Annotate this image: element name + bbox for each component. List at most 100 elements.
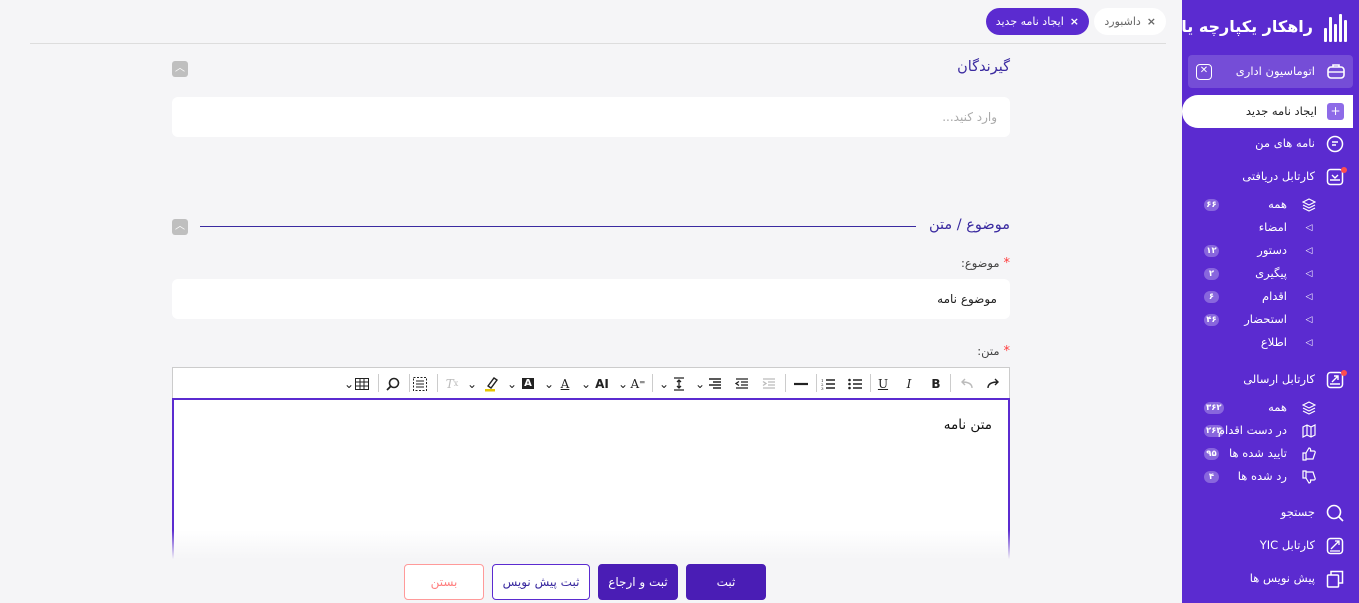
app-logo-icon — [1321, 14, 1347, 42]
sidebar-subitem-inform[interactable]: ◁ اطلاع — [1182, 330, 1359, 356]
redo-icon[interactable] — [985, 374, 1003, 393]
section-divider — [200, 226, 916, 227]
sidebar-group-label: اتوماسیون اداری — [1235, 64, 1315, 78]
line-height-chevron-icon[interactable]: ⌄ — [658, 374, 670, 393]
sidebar-item-search[interactable]: جستجو — [1182, 500, 1359, 526]
subject-field[interactable] — [172, 279, 1010, 319]
layers-icon — [1299, 399, 1319, 417]
close-group-icon[interactable]: ✕ — [1196, 64, 1212, 80]
sidebar-item-label: جستجو — [1280, 505, 1315, 519]
sidebar-item-label: همه — [1268, 197, 1287, 211]
line-height-icon[interactable] — [670, 374, 688, 393]
submit-button[interactable]: ثبت — [686, 564, 766, 600]
bg-color-chevron-icon[interactable]: ⌄ — [506, 374, 518, 393]
letters-icon — [1325, 135, 1345, 153]
align-right-icon[interactable] — [706, 374, 724, 393]
highlight-chevron-icon[interactable]: ⌄ — [466, 374, 478, 393]
font-color-icon[interactable]: A — [556, 374, 574, 393]
recipients-input[interactable] — [185, 97, 997, 137]
font-size-icon[interactable]: AI — [593, 374, 611, 393]
bold-icon[interactable]: B — [927, 374, 945, 393]
find-replace-icon[interactable] — [384, 374, 402, 393]
submit-and-refer-button[interactable]: ثبت و ارجاع — [598, 564, 678, 600]
sidebar-item-label: اطلاع — [1260, 335, 1287, 349]
sidebar-item-label: پیش نویس ها — [1249, 571, 1315, 585]
count-badge: ۲ — [1204, 268, 1219, 280]
recipients-field[interactable] — [172, 97, 1010, 137]
sidebar-item-label: تایید شده ها — [1229, 446, 1287, 460]
count-badge: ۹۵ — [1204, 448, 1219, 460]
sidebar-item-outbox[interactable]: کارتابل ارسالی — [1182, 367, 1359, 393]
svg-text:3: 3 — [821, 386, 824, 390]
calendar-plus-icon: + — [1327, 103, 1344, 120]
count-badge: ۳۶۲ — [1204, 402, 1224, 414]
sidebar-item-new-letter[interactable]: + ایجاد نامه جدید — [1182, 95, 1353, 128]
tab-label: ایجاد نامه جدید — [995, 15, 1064, 28]
select-all-icon[interactable] — [411, 374, 429, 393]
background-color-icon[interactable]: A — [519, 374, 537, 393]
clear-format-icon[interactable]: Tx — [443, 374, 461, 393]
count-badge: ۶۶ — [1204, 199, 1219, 211]
editor-toolbar: ⌄ Tx ⌄ ⌄ A ⌄ A ⌄ AI ⌄ A⁼ ⌄ ⌄ 123 U I B — [172, 367, 1010, 398]
body-label: *متن: — [977, 344, 1010, 359]
letter-body-text: متن نامه — [943, 417, 992, 433]
close-tab-icon[interactable]: × — [1070, 15, 1079, 28]
briefcase-icon — [1327, 63, 1345, 83]
numbered-list-icon[interactable]: 123 — [818, 374, 838, 393]
sidebar-item-label: کارتابل ارسالی — [1243, 372, 1315, 386]
collapse-recipients-chevron-up-icon[interactable]: ︿ — [172, 61, 188, 77]
underline-icon[interactable]: U — [874, 374, 892, 393]
brand[interactable]: راهکار یکپارچه یار — [1182, 12, 1359, 46]
subject-label: *موضوع: — [961, 256, 1010, 271]
sidebar-item-label: نامه های من — [1255, 136, 1315, 150]
undo-icon[interactable] — [957, 374, 975, 393]
close-button[interactable]: بستن — [404, 564, 484, 600]
tab-new-letter[interactable]: × ایجاد نامه جدید — [985, 8, 1089, 35]
collapse-subject-chevron-up-icon[interactable]: ︿ — [172, 219, 188, 235]
map-icon — [1299, 422, 1319, 440]
sidebar-item-label: همه — [1268, 400, 1287, 414]
table-icon[interactable] — [353, 374, 371, 393]
thumbs-up-icon — [1299, 445, 1319, 463]
font-family-chevron-icon[interactable]: ⌄ — [617, 374, 629, 393]
thumbs-down-icon — [1299, 468, 1319, 486]
yic-icon — [1325, 537, 1345, 555]
close-tab-icon[interactable]: × — [1147, 15, 1156, 28]
sidebar-item-label: استحضار — [1244, 312, 1287, 326]
sidebar-item-my-letters[interactable]: نامه های من — [1182, 131, 1359, 157]
align-chevron-icon[interactable]: ⌄ — [694, 374, 706, 393]
sidebar-item-label: کارتابل دریافتی — [1242, 169, 1315, 183]
subject-section-title: موضوع / متن — [929, 217, 1010, 233]
sidebar-item-label: در دست اقدام — [1217, 423, 1287, 437]
sidebar-item-label: دستور — [1257, 243, 1287, 257]
sidebar-item-label: ایجاد نامه جدید — [1245, 104, 1317, 118]
subject-label-text: موضوع: — [960, 256, 1000, 270]
sidebar-item-yic[interactable]: کارتابل YIC — [1182, 533, 1359, 559]
tab-label: داشبورد — [1104, 15, 1141, 28]
count-badge: ۴ — [1204, 471, 1219, 483]
chevron-left-icon: ◁ — [1305, 223, 1313, 233]
sidebar-item-drafts[interactable]: پیش نویس ها — [1182, 566, 1359, 592]
sidebar-group-automation[interactable]: اتوماسیون اداری ✕ — [1188, 55, 1353, 88]
horizontal-rule-icon[interactable] — [791, 374, 811, 393]
sidebar-item-inbox[interactable]: کارتابل دریافتی — [1182, 164, 1359, 190]
font-color-chevron-icon[interactable]: ⌄ — [543, 374, 555, 393]
highlight-icon[interactable] — [482, 374, 502, 393]
indent-icon[interactable] — [733, 374, 751, 393]
save-draft-button[interactable]: ثبت پیش نویس — [492, 564, 590, 600]
font-size-chevron-icon[interactable]: ⌄ — [580, 374, 592, 393]
sidebar-subitem-rejected[interactable]: رد شده ها ۴ — [1182, 464, 1359, 490]
tab-dashboard[interactable]: × داشبورد — [1094, 8, 1166, 35]
chevron-left-icon: ◁ — [1305, 315, 1313, 325]
chevron-left-icon: ◁ — [1305, 292, 1313, 302]
sidebar-item-label: کارتابل YIC — [1259, 538, 1315, 552]
outdent-icon[interactable] — [760, 374, 778, 393]
subject-input[interactable] — [185, 279, 997, 319]
app-title: راهکار یکپارچه یار — [1182, 17, 1313, 36]
chevron-left-icon: ◁ — [1305, 269, 1313, 279]
search-icon — [1325, 504, 1345, 522]
count-badge: ۲۶۳ — [1204, 425, 1224, 437]
font-family-icon[interactable]: A⁼ — [629, 374, 647, 393]
italic-icon[interactable]: I — [900, 374, 918, 393]
bullet-list-icon[interactable] — [845, 374, 865, 393]
